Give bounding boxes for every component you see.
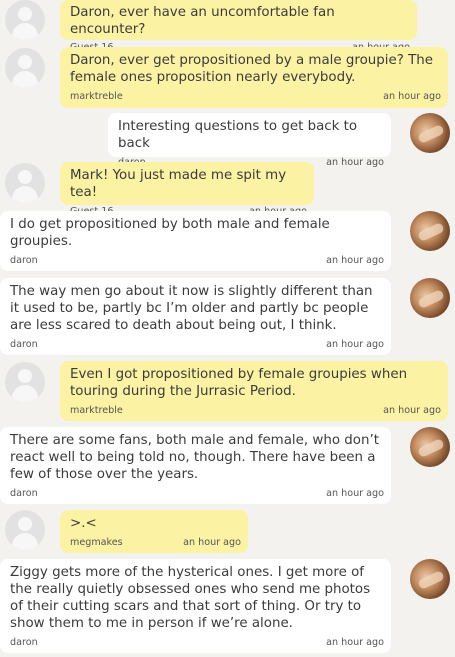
chat-message: There are some fans, both male and femal… <box>0 427 391 504</box>
message-time: an hour ago <box>326 339 384 350</box>
message-time: an hour ago <box>326 637 384 648</box>
message-time: an hour ago <box>183 537 241 548</box>
chat-message: Mark! You just made me spit my tea! Gues… <box>60 162 314 217</box>
message-text: Daron, ever have an uncomfortable fan en… <box>70 5 335 37</box>
user-photo-avatar <box>410 278 450 318</box>
message-text: The way men go about it now is slightly … <box>10 284 373 333</box>
message-text: Even I got propositioned by female group… <box>70 367 408 399</box>
message-author: daron <box>10 488 38 499</box>
message-author: marktreble <box>70 405 123 416</box>
chat-message: Even I got propositioned by female group… <box>60 361 448 421</box>
message-text: Daron, ever get propositioned by a male … <box>70 53 433 85</box>
message-text: >.< <box>70 516 97 531</box>
message-time: an hour ago <box>326 488 384 499</box>
guest-avatar-icon <box>5 362 45 402</box>
chat-message: Daron, ever get propositioned by a male … <box>60 47 448 108</box>
message-text: I do get propositioned by both male and … <box>10 217 330 249</box>
chat-message: >.< megmakes an hour ago <box>60 510 248 553</box>
guest-avatar-icon <box>5 510 45 550</box>
message-text: Ziggy gets more of the hysterical ones. … <box>10 565 371 631</box>
guest-avatar-icon <box>5 0 45 40</box>
message-author: daron <box>10 255 38 266</box>
message-author: marktreble <box>70 91 123 102</box>
message-time: an hour ago <box>383 91 441 102</box>
user-photo-avatar <box>410 559 450 599</box>
user-photo-avatar <box>410 211 450 251</box>
message-author: daron <box>10 637 38 648</box>
message-author: megmakes <box>70 537 123 548</box>
user-photo-avatar <box>410 113 450 153</box>
message-text: Mark! You just made me spit my tea! <box>70 168 287 200</box>
message-text: There are some fans, both male and femal… <box>10 433 379 482</box>
guest-avatar-icon <box>5 163 45 203</box>
message-time: an hour ago <box>326 255 384 266</box>
chat-message: Ziggy gets more of the hysterical ones. … <box>0 559 391 653</box>
guest-avatar-icon <box>5 48 45 88</box>
message-text: Interesting questions to get back to bac… <box>118 119 358 151</box>
chat-message: Interesting questions to get back to bac… <box>108 113 391 168</box>
chat-message: I do get propositioned by both male and … <box>0 211 391 271</box>
chat-message: The way men go about it now is slightly … <box>0 278 391 355</box>
message-time: an hour ago <box>383 405 441 416</box>
message-time: an hour ago <box>326 157 384 168</box>
chat-transcript: Daron, ever have an uncomfortable fan en… <box>0 0 455 657</box>
user-photo-avatar <box>410 427 450 467</box>
chat-message: Daron, ever have an uncomfortable fan en… <box>60 0 417 53</box>
message-author: daron <box>10 339 38 350</box>
